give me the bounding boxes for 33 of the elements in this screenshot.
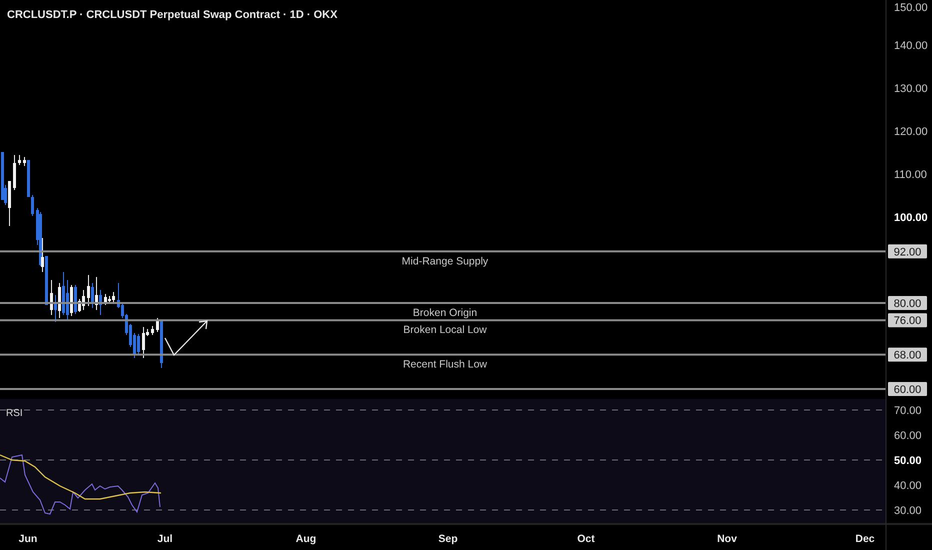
price-tag: 92.00	[888, 244, 927, 258]
projection-arrow	[164, 320, 208, 356]
rsi-axis-label: 70.00	[894, 405, 922, 417]
rsi-axis-label: 50.00	[894, 455, 922, 467]
price-tag: 80.00	[888, 296, 927, 310]
price-axis-label: 120.00	[894, 126, 928, 138]
time-axis-label: Sep	[438, 533, 458, 545]
price-axis-label: 100.00	[894, 212, 928, 224]
time-axis-label: Jul	[157, 533, 173, 545]
time-axis-label: Jun	[18, 533, 38, 545]
time-axis-label: Nov	[717, 533, 737, 545]
time-axis-label: Oct	[577, 533, 595, 545]
price-axis-label: 150.00	[894, 2, 928, 14]
price-axis-label: 130.00	[894, 83, 928, 95]
rsi-axis-label: 60.00	[894, 430, 922, 442]
rsi-axis-label: 30.00	[894, 505, 922, 517]
rsi-label: RSI	[6, 408, 23, 419]
candle	[18, 154, 21, 166]
time-axis-label: Dec	[855, 533, 875, 545]
price-axis-label: 140.00	[894, 40, 928, 52]
candle	[13, 154, 16, 190]
candle	[151, 326, 154, 336]
price-tag: 76.00	[888, 313, 927, 328]
level-label: Recent Flush Low	[402, 358, 488, 371]
price-tag: 68.00	[888, 348, 927, 362]
chart-title: CRCLUSDT.P · CRCLUSDT Perpetual Swap Contract · 1D · OKX	[7, 9, 338, 21]
level-label: Broken Local Low	[403, 324, 487, 336]
time-axis-label: Aug	[296, 533, 316, 545]
price-tag: 60.00	[888, 382, 927, 396]
price-axis-label: 110.00	[894, 169, 927, 181]
level-label: Broken Origin	[412, 307, 478, 319]
rsi-axis-label: 40.00	[894, 480, 922, 492]
level-label: Mid-Range Supply	[402, 255, 488, 268]
